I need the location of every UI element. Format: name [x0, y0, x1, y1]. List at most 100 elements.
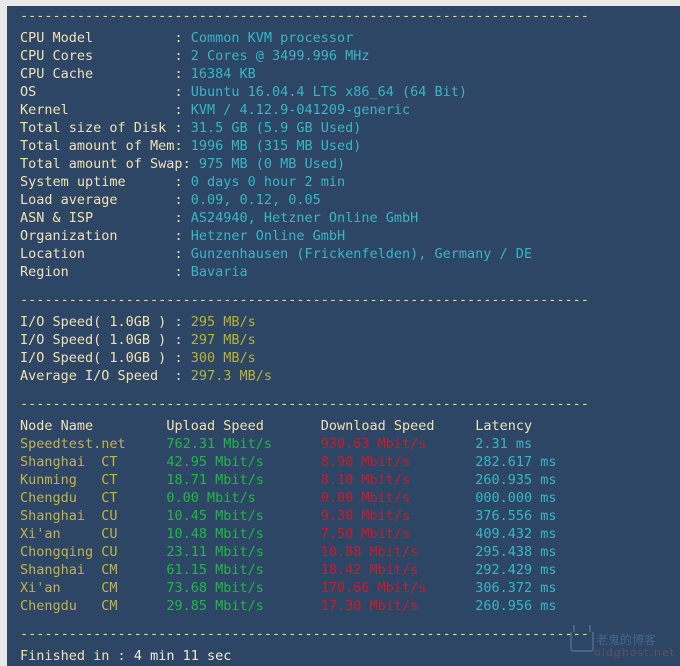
- system-info-row: Organization : Hetzner Online GmbH: [7, 227, 680, 245]
- io-speed-row: Average I/O Speed : 297.3 MB/s: [7, 367, 680, 385]
- speedtest-latency: 260.935 ms: [475, 472, 557, 488]
- system-info-label: Region: [20, 264, 175, 280]
- system-info-colon: :: [174, 264, 191, 280]
- speedtest-upload-speed: 61.15 Mbit/s: [166, 562, 321, 578]
- speedtest-row: Kunming CT 18.71 Mbit/s 8.10 Mbit/s 260.…: [7, 471, 680, 489]
- speedtest-upload-speed: 762.31 Mbit/s: [166, 436, 321, 452]
- speedtest-download-speed: 930.63 Mbit/s: [320, 436, 476, 452]
- speedtest-node-name: Shanghai CU: [20, 508, 167, 524]
- system-info-row: CPU Cores : 2 Cores @ 3499.996 MHz: [7, 47, 680, 65]
- speedtest-upload-speed: 73.68 Mbit/s: [166, 580, 321, 596]
- speedtest-upload-speed: 42.95 Mbit/s: [166, 454, 321, 470]
- speedtest-header-row: Node Name Upload Speed Download Speed La…: [7, 417, 680, 435]
- speedtest-latency: 282.617 ms: [475, 454, 557, 470]
- system-info-row: System uptime : 0 days 0 hour 2 min: [7, 173, 680, 191]
- system-info-label: Organization: [20, 228, 175, 244]
- system-info-value: KVM / 4.12.9-041209-generic: [190, 102, 411, 118]
- speedtest-row: Xi'an CM 73.68 Mbit/s 170.66 Mbit/s 306.…: [7, 579, 680, 597]
- system-info-value: Hetzner Online GmbH: [190, 228, 346, 244]
- io-speed-label: I/O Speed( 1.0GB ): [20, 314, 175, 330]
- speedtest-download-speed: 0.00 Mbit/s: [320, 490, 476, 506]
- speedtest-latency: 376.556 ms: [475, 508, 557, 524]
- system-info-row: CPU Cache : 16384 KB: [7, 65, 680, 83]
- system-info-value: 975 MB (0 MB Used): [198, 156, 346, 172]
- divider-after-io: ----------------------------------------…: [7, 394, 680, 412]
- speedtest-latency: 292.429 ms: [475, 562, 557, 578]
- speedtest-download-speed: 17.30 Mbit/s: [320, 598, 476, 614]
- system-info-value: 31.5 GB (5.9 GB Used): [190, 120, 362, 136]
- speedtest-latency: 306.372 ms: [475, 580, 557, 596]
- system-info-colon: :: [174, 84, 191, 100]
- system-info-label: Kernel: [20, 102, 175, 118]
- system-info-value: Ubuntu 16.04.4 LTS x86_64 (64 Bit): [190, 84, 468, 100]
- system-info-value: AS24940, Hetzner Online GmbH: [190, 210, 419, 226]
- speedtest-node-name: Chengdu CT: [20, 490, 167, 506]
- io-speed-row: I/O Speed( 1.0GB ) : 300 MB/s: [7, 349, 680, 367]
- system-info-label: Total amount of Mem: [20, 138, 175, 154]
- speedtest-row: Xi'an CU 10.48 Mbit/s 7.50 Mbit/s 409.43…: [7, 525, 680, 543]
- system-info-label: CPU Model: [20, 30, 175, 46]
- system-info-label: System uptime: [20, 174, 175, 190]
- system-info-colon: :: [174, 228, 191, 244]
- system-info-label: Load average: [20, 192, 175, 208]
- system-info-colon: :: [174, 192, 191, 208]
- speedtest-upload-speed: 29.85 Mbit/s: [166, 598, 321, 614]
- system-info-label: CPU Cache: [20, 66, 175, 82]
- io-speed-value: 297 MB/s: [190, 332, 256, 348]
- footer-value: 4 min 11 sec: [133, 648, 232, 664]
- speedtest-node-name: Shanghai CT: [20, 454, 167, 470]
- speedtest-latency: 260.956 ms: [475, 598, 557, 614]
- system-info-row: Location : Gunzenhausen (Frickenfelden),…: [7, 245, 680, 263]
- system-info-row: Total size of Disk : 31.5 GB (5.9 GB Use…: [7, 119, 680, 137]
- footer-section: Finished in : 4 min 11 secTimestamp : 20…: [7, 647, 680, 666]
- footer-label: Finished in: [20, 648, 118, 664]
- io-speed-colon: :: [174, 368, 191, 384]
- speedtest-node-name: Xi'an CM: [20, 580, 167, 596]
- speedtest-node-name: Kunming CT: [20, 472, 167, 488]
- system-info-colon: :: [174, 174, 191, 190]
- screenshot-root: ----------------------------------------…: [0, 0, 680, 666]
- speedtest-upload-speed: 23.11 Mbit/s: [166, 544, 321, 560]
- system-info-row: ASN & ISP : AS24940, Hetzner Online GmbH: [7, 209, 680, 227]
- speedtest-row: Chongqing CU 23.11 Mbit/s 10.88 Mbit/s 2…: [7, 543, 680, 561]
- speedtest-upload-speed: 10.48 Mbit/s: [166, 526, 321, 542]
- speedtest-download-speed: 8.10 Mbit/s: [320, 472, 476, 488]
- speedtest-node-name: Shanghai CM: [20, 562, 167, 578]
- io-speed-label: Average I/O Speed: [20, 368, 175, 384]
- speedtest-latency: 409.432 ms: [475, 526, 557, 542]
- terminal-window[interactable]: ----------------------------------------…: [7, 6, 680, 666]
- divider-top-text: ----------------------------------------…: [20, 8, 589, 24]
- speedtest-download-speed: 10.88 Mbit/s: [320, 544, 476, 560]
- speedtest-node-name: Chongqing CU: [20, 544, 167, 560]
- speedtest-row: Chengdu CM 29.85 Mbit/s 17.30 Mbit/s 260…: [7, 597, 680, 615]
- speedtest-node-name: Chengdu CM: [20, 598, 167, 614]
- io-speed-section: I/O Speed( 1.0GB ) : 295 MB/s I/O Speed( …: [7, 313, 680, 385]
- divider-after-nodes: ----------------------------------------…: [7, 624, 680, 642]
- io-speed-colon: :: [174, 314, 191, 330]
- system-info-row: OS : Ubuntu 16.04.4 LTS x86_64 (64 Bit): [7, 83, 680, 101]
- speedtest-row: Shanghai CT 42.95 Mbit/s 8.90 Mbit/s 282…: [7, 453, 680, 471]
- footer-row: Finished in : 4 min 11 sec: [7, 647, 680, 665]
- system-info-label: CPU Cores: [20, 48, 175, 64]
- io-speed-row: I/O Speed( 1.0GB ) : 297 MB/s: [7, 331, 680, 349]
- speedtest-latency: 2.31 ms: [475, 436, 533, 452]
- speedtest-download-speed: 8.90 Mbit/s: [320, 454, 476, 470]
- column-header-upload: Upload Speed: [166, 418, 321, 434]
- io-speed-row: I/O Speed( 1.0GB ) : 295 MB/s: [7, 313, 680, 331]
- system-info-value: 1996 MB (315 MB Used): [190, 138, 362, 154]
- system-info-label: Location: [20, 246, 175, 262]
- system-info-value: 0.09, 0.12, 0.05: [190, 192, 321, 208]
- system-info-value: Gunzenhausen (Frickenfelden), Germany / …: [190, 246, 533, 262]
- system-info-value: 16384 KB: [190, 66, 256, 82]
- divider-after-nodes-text: ----------------------------------------…: [20, 626, 589, 642]
- system-info-label: OS: [20, 84, 175, 100]
- system-info-value: 0 days 0 hour 2 min: [190, 174, 346, 190]
- speedtest-download-speed: 170.66 Mbit/s: [320, 580, 476, 596]
- system-info-colon: :: [174, 210, 191, 226]
- column-header-node: Node Name: [20, 418, 167, 434]
- speedtest-row: Speedtest.net 762.31 Mbit/s 930.63 Mbit/…: [7, 435, 680, 453]
- divider-top: ----------------------------------------…: [7, 6, 680, 24]
